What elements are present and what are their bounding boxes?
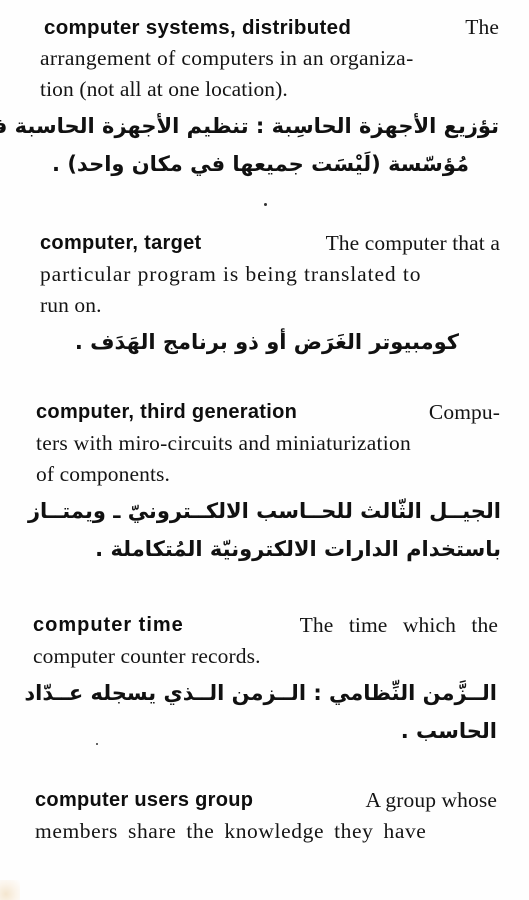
page-corner-stain bbox=[0, 880, 20, 900]
entry-first-line: computer users group A group whose bbox=[35, 785, 497, 816]
scan-speck bbox=[264, 203, 267, 206]
arabic-translation: الحاسب . bbox=[400, 719, 497, 743]
definition-text: computer counter records. bbox=[33, 644, 261, 668]
arabic-translation: باستخدام الدارات الالكترونيّة المُتكاملة… bbox=[95, 537, 501, 561]
arabic-translation: تؤزيع الأجهزة الحاسِبة : تنظيم الأجهزة ا… bbox=[0, 114, 499, 138]
definition-text: particular program is being translated t… bbox=[40, 262, 422, 286]
definition-text: The bbox=[465, 15, 499, 39]
definition-text: arrangement of computers in an organiza- bbox=[40, 46, 414, 70]
entry-first-line: computer systems, distributed The bbox=[44, 12, 499, 43]
dictionary-entry: computer users group A group whose membe… bbox=[0, 785, 529, 847]
definition-text: The time which the bbox=[299, 613, 498, 637]
entry-term: computer systems, distributed bbox=[44, 16, 352, 39]
arabic-translation: كومبيوتر الغَرَض أو ذو برنامج الهَدَف . bbox=[74, 330, 459, 354]
definition-text: of components. bbox=[36, 462, 170, 486]
scan-speck bbox=[96, 743, 98, 745]
entry-term: computer, third generation bbox=[36, 401, 298, 423]
dictionary-entry: computer, third generation Compu- ters w… bbox=[0, 397, 529, 568]
entry-first-line: computer, target The computer that a bbox=[40, 228, 500, 259]
dictionary-page: computer systems, distributed The arrang… bbox=[0, 0, 529, 900]
entry-term: computer, target bbox=[40, 232, 202, 254]
dictionary-entry: computer systems, distributed The arrang… bbox=[0, 12, 529, 183]
definition-text: run on. bbox=[40, 293, 102, 317]
entry-term: computer time bbox=[33, 614, 184, 636]
arabic-translation: مُؤسّسة (لَيْسَت جميعها في مكان واحد) . bbox=[52, 152, 469, 176]
entry-first-line: computer time The time which the bbox=[33, 610, 498, 641]
definition-text: The computer that a bbox=[325, 231, 500, 255]
dictionary-entry: computer, target The computer that a par… bbox=[0, 228, 529, 361]
definition-text: members share the knowledge they have bbox=[35, 819, 427, 843]
entry-term: computer users group bbox=[35, 789, 254, 811]
definition-text: Compu- bbox=[428, 400, 500, 424]
definition-text: A group whose bbox=[365, 788, 497, 812]
arabic-translation: الجيــل الثّالث للحــاسب الالكــترونيّ ـ… bbox=[27, 499, 501, 523]
definition-text: tion (not all at one location). bbox=[40, 77, 288, 101]
arabic-translation: الــزَّمن النِّظامي : الــزمن الــذي يسج… bbox=[24, 681, 497, 705]
dictionary-entry: computer time The time which the compute… bbox=[0, 610, 529, 750]
definition-text: ters with miro-circuits and miniaturizat… bbox=[36, 431, 411, 455]
entry-first-line: computer, third generation Compu- bbox=[36, 397, 500, 428]
